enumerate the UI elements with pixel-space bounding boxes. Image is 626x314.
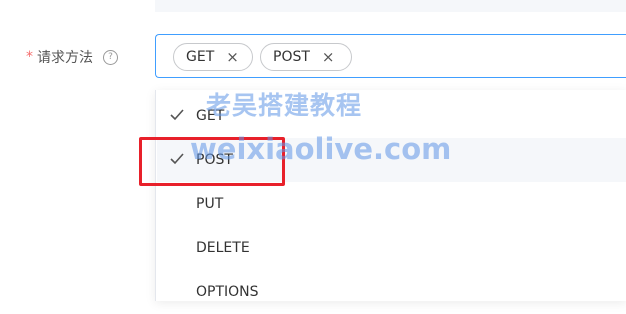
request-method-select[interactable]: GET × POST × <box>155 34 626 78</box>
request-method-label-text: 请求方法 <box>37 50 93 66</box>
option-options[interactable]: OPTIONS <box>157 270 626 314</box>
option-delete[interactable]: DELETE <box>157 226 626 270</box>
required-mark: * <box>26 49 33 65</box>
tag-post-label: POST <box>273 49 310 65</box>
previous-field-input[interactable] <box>155 0 626 12</box>
close-icon[interactable]: × <box>322 49 335 65</box>
tag-get: GET × <box>173 43 253 71</box>
request-method-label: * 请求方法 ? <box>26 45 118 69</box>
option-post[interactable]: POST <box>157 138 626 182</box>
check-icon <box>170 153 184 165</box>
option-put[interactable]: PUT <box>157 182 626 226</box>
option-put-label: PUT <box>196 196 224 212</box>
option-post-label: POST <box>196 152 233 168</box>
option-get-label: GET <box>196 108 225 124</box>
tag-post: POST × <box>260 43 352 71</box>
option-options-label: OPTIONS <box>196 284 259 300</box>
close-icon[interactable]: × <box>226 49 239 65</box>
help-icon[interactable]: ? <box>103 49 118 65</box>
option-get[interactable]: GET <box>157 94 626 138</box>
tag-get-label: GET <box>186 49 215 65</box>
option-delete-label: DELETE <box>196 240 250 256</box>
method-dropdown: GET POST PUT DELETE OPTIONS <box>155 90 626 301</box>
check-icon <box>170 109 184 121</box>
